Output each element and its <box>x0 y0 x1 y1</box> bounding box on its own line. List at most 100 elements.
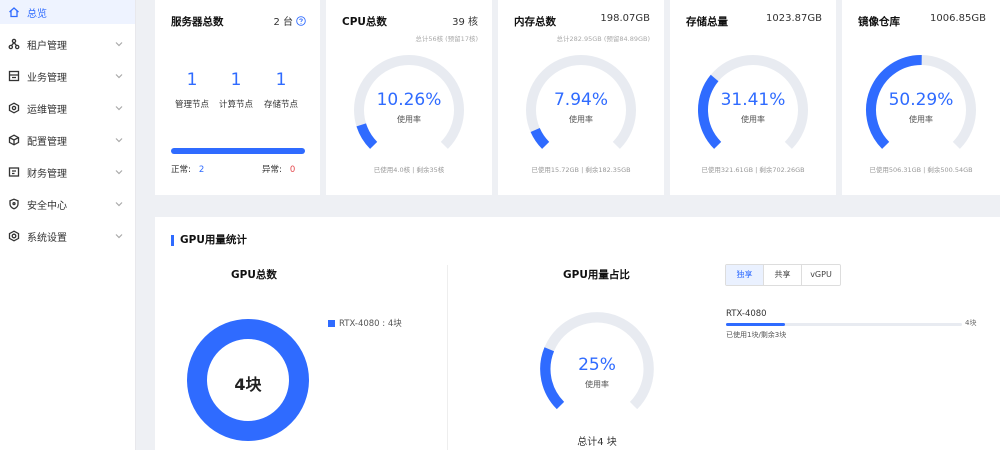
mgmt-node-label: 管理节点 <box>174 100 209 110</box>
sidebar-item-label: 运维管理 <box>27 104 67 116</box>
compute-node-label: 计算节点 <box>218 100 253 110</box>
storage-card: 存储总量 1023.87GB 31.41% 使用率 已使用321.61GB | … <box>670 0 836 195</box>
chevron-down-icon <box>115 232 123 240</box>
image-repo-card: 镜像仓库 1006.85GB 50.29% 使用率 已使用506.31GB | … <box>842 0 1000 195</box>
settings-icon <box>8 230 20 242</box>
sidebar-item-finance[interactable]: 财务管理 <box>0 156 135 188</box>
gauge-svg <box>526 55 636 149</box>
chevron-down-icon <box>115 72 123 80</box>
gpu-legend: RTX-4080 : 4块 <box>328 317 402 329</box>
mgmt-node-count: 1 <box>186 70 198 90</box>
sidebar-item-security[interactable]: 安全中心 <box>0 188 135 220</box>
gpu-total-label: 总计4 块 <box>577 437 617 448</box>
cpu-usage-gauge: 10.26% 使用率 <box>349 50 469 170</box>
sidebar-item-tenant[interactable]: 租户管理 <box>0 28 135 60</box>
gauge-label: 使用率 <box>585 380 609 389</box>
gpu-model-count: 4块 <box>965 319 977 327</box>
memory-usage-gauge: 7.94% 使用率 <box>521 50 641 170</box>
chevron-down-icon <box>115 200 123 208</box>
gauge-percent: 25% <box>578 355 616 375</box>
server-total-count: 2 台 <box>273 17 293 28</box>
sidebar-item-label: 租户管理 <box>27 40 67 52</box>
storage-usage-gauge: 31.41% 使用率 <box>693 50 813 170</box>
card-footer: 已使用15.72GB | 剩余182.35GB <box>531 166 631 174</box>
gpu-usage-bar-fill <box>726 323 785 326</box>
chevron-down-icon <box>115 104 123 112</box>
shield-icon <box>8 198 20 210</box>
gpu-total-title: GPU总数 <box>231 269 277 281</box>
sidebar-item-label: 总览 <box>27 8 47 20</box>
gauge-fill <box>530 127 550 149</box>
donut-center-value: 4块 <box>234 375 262 394</box>
card-subtext: 总计56核 (预留17核) <box>415 35 478 43</box>
gauge-svg <box>866 55 976 149</box>
memory-card: 内存总数 198.07GB 总计282.95GB (预留84.89GB) 7.9… <box>498 0 664 195</box>
card-title: 服务器总数 <box>171 16 224 28</box>
sidebar-item-label: 配置管理 <box>27 136 67 148</box>
card-value: 198.07GB <box>600 13 650 24</box>
normal-count: 2 <box>198 165 205 175</box>
sidebar-item-config[interactable]: 配置管理 <box>0 124 135 156</box>
sidebar-item-label: 系统设置 <box>27 232 67 244</box>
chevron-down-icon <box>115 40 123 48</box>
server-total-value: 2 台 <box>273 13 306 28</box>
sidebar-item-label: 业务管理 <box>27 72 67 84</box>
normal-status: 正常: 2 <box>171 163 204 175</box>
sidebar-item-label: 财务管理 <box>27 168 67 180</box>
gpu-usage-gauge: 25% 使用率 <box>535 307 659 431</box>
gauge-label: 使用率 <box>569 115 593 124</box>
card-title: 存储总量 <box>686 16 728 28</box>
card-title: CPU总数 <box>342 16 387 28</box>
finance-icon <box>8 166 20 178</box>
legend-label: RTX-4080 : 4块 <box>339 319 402 329</box>
home-icon <box>8 6 20 18</box>
gpu-mode-tabs: 独享 共享 vGPU <box>725 264 841 286</box>
section-title: GPU用量统计 <box>171 235 247 246</box>
compute-node-count: 1 <box>230 70 242 90</box>
tenant-icon <box>8 38 20 50</box>
gpu-usage-title: GPU用量占比 <box>563 269 630 281</box>
server-status-bar <box>171 148 305 154</box>
divider <box>447 265 448 450</box>
gauge-label: 使用率 <box>741 115 765 124</box>
card-value: 1006.85GB <box>930 13 986 24</box>
cpu-card: CPU总数 39 核 总计56核 (预留17核) 10.26% 使用率 已使用4… <box>326 0 492 195</box>
business-icon <box>8 70 20 82</box>
tab-exclusive[interactable]: 独享 <box>726 265 764 285</box>
server-total-card: 服务器总数 2 台 1 1 1 管理节点 计算节点 存储节点 正常: 2 异常: 0 <box>155 0 320 195</box>
abnormal-label: 异常: <box>262 165 282 175</box>
gpu-stats-section: GPU用量统计 GPU总数 4块 RTX-4080 : 4块 GPU用量占比 2… <box>155 217 1000 450</box>
gauge-percent: 10.26% <box>376 90 442 110</box>
abnormal-status: 异常: 0 <box>262 163 295 175</box>
gpu-usage-bar <box>726 323 962 326</box>
tab-shared[interactable]: 共享 <box>764 265 802 285</box>
gauge-svg <box>354 55 464 149</box>
card-value: 39 核 <box>452 17 478 28</box>
card-title: 镜像仓库 <box>858 16 900 28</box>
card-title: 内存总数 <box>514 16 556 28</box>
gpu-used-text: 已使用1块/剩余3块 <box>726 331 787 339</box>
sidebar-item-ops[interactable]: 运维管理 <box>0 92 135 124</box>
chevron-down-icon <box>115 136 123 144</box>
sidebar-item-label: 安全中心 <box>27 200 67 212</box>
gauge-svg <box>698 55 808 149</box>
card-footer: 已使用321.61GB | 剩余702.26GB <box>701 166 805 174</box>
gpu-total-donut: 4块 <box>185 317 311 443</box>
gauge-percent: 7.94% <box>553 90 608 110</box>
sidebar-item-settings[interactable]: 系统设置 <box>0 220 135 252</box>
sidebar-item-business[interactable]: 业务管理 <box>0 60 135 92</box>
sidebar-item-overview[interactable]: 总览 <box>0 0 135 24</box>
card-subtext: 总计282.95GB (预留84.89GB) <box>556 35 650 43</box>
tab-vgpu[interactable]: vGPU <box>802 265 840 285</box>
gauge-percent: 50.29% <box>888 90 954 110</box>
sidebar: 总览 租户管理 业务管理 运维管理 配置管理 财务管理 安全中心 系统设置 <box>0 0 136 450</box>
card-value: 1023.87GB <box>766 13 822 24</box>
card-footer: 已使用506.31GB | 剩余500.54GB <box>869 166 973 174</box>
image-usage-gauge: 50.29% 使用率 <box>861 50 981 170</box>
ops-icon <box>8 102 20 114</box>
chevron-down-icon <box>115 168 123 176</box>
help-icon[interactable] <box>296 16 306 26</box>
card-footer: 已使用4.0核 | 剩余35核 <box>373 166 445 174</box>
gauge-fill <box>356 123 378 149</box>
legend-swatch <box>328 319 335 327</box>
